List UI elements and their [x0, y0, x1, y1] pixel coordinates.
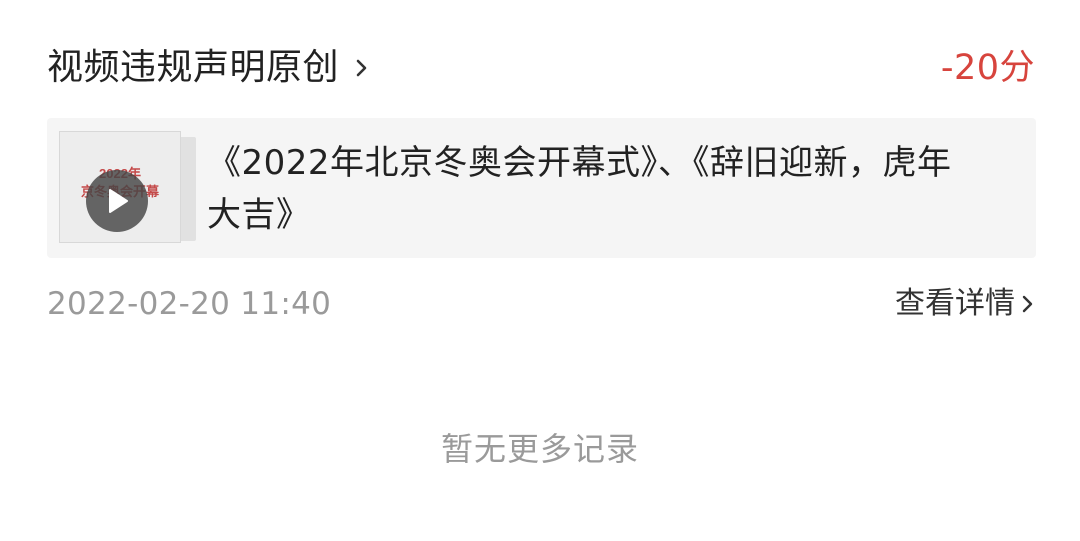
chevron-right-icon	[1021, 292, 1035, 316]
video-card[interactable]: 2022年 京冬奥会开幕 《2022年北京冬奥会开幕式》、《辞旧迎新，虎年大吉》	[47, 118, 1036, 258]
play-icon[interactable]	[86, 170, 148, 232]
view-details-link[interactable]: 查看详情	[895, 278, 1035, 330]
violation-title-link[interactable]: 视频违规声明原创	[47, 38, 371, 98]
record-meta: 2022-02-20 11:40 查看详情	[47, 278, 1035, 330]
chevron-right-icon	[355, 56, 371, 80]
record-header: 视频违规声明原创 -20分	[47, 38, 1035, 98]
video-thumbnail[interactable]: 2022年 京冬奥会开幕	[59, 131, 196, 246]
no-more-records: 暂无更多记录	[440, 430, 639, 468]
penalty-points: -20分	[940, 48, 1035, 88]
view-details-label: 查看详情	[895, 286, 1015, 321]
record-date: 2022-02-20 11:40	[47, 286, 332, 322]
video-title: 《2022年北京冬奥会开幕式》、《辞旧迎新，虎年大吉》	[207, 143, 952, 235]
thumbnail-image: 2022年 京冬奥会开幕	[59, 131, 181, 243]
violation-title: 视频违规声明原创	[47, 47, 340, 88]
violation-record: 视频违规声明原创 -20分 2022年 京冬奥会开幕 《2022年北京冬奥	[0, 0, 1080, 541]
